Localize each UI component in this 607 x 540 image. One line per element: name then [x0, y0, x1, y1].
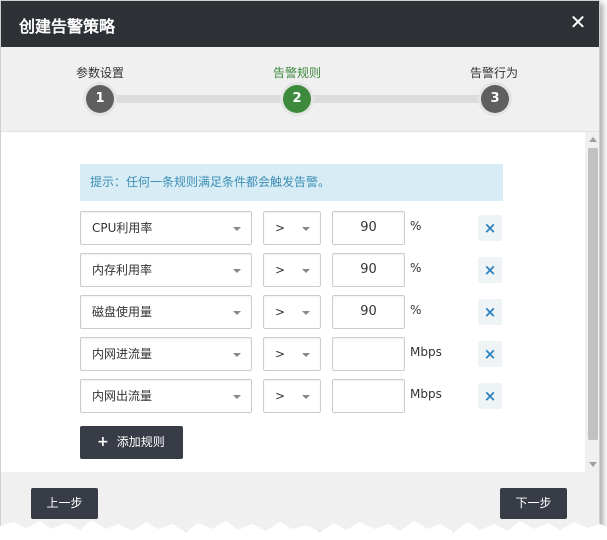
chevron-down-icon: [302, 395, 310, 399]
chevron-down-icon: [233, 269, 241, 273]
operator-select-value: >: [275, 263, 286, 277]
scroll-up-icon[interactable]: [589, 137, 597, 142]
unit-label: Mbps: [410, 387, 442, 401]
threshold-input[interactable]: 90: [332, 211, 405, 245]
scroll-thumb[interactable]: [588, 148, 598, 440]
operator-select[interactable]: >: [263, 253, 321, 287]
chevron-down-icon: [233, 227, 241, 231]
metric-select-value: 内网出流量: [92, 389, 153, 403]
chevron-down-icon: [302, 227, 310, 231]
step-dot-2: 2: [283, 85, 311, 113]
torn-edge: [0, 520, 607, 540]
chevron-down-icon: [302, 311, 310, 315]
unit-label: %: [410, 303, 422, 317]
delete-icon[interactable]: ×: [478, 383, 502, 409]
metric-select[interactable]: 内存利用率: [80, 253, 252, 287]
unit-label: %: [410, 219, 422, 233]
close-icon[interactable]: ✕: [567, 11, 589, 33]
operator-select-value: >: [275, 389, 286, 403]
dialog-titlebar: 创建告警策略 ✕: [1, 1, 599, 47]
add-rule-button[interactable]: + 添加规则: [80, 426, 183, 459]
operator-select-value: >: [275, 305, 286, 319]
delete-icon[interactable]: ×: [478, 341, 502, 367]
rule-row: CPU利用率 > 90 % ×: [80, 211, 510, 245]
dialog-title: 创建告警策略: [19, 17, 116, 36]
unit-label: %: [410, 261, 422, 275]
metric-select-value: 内网进流量: [92, 347, 153, 361]
rule-row: 磁盘使用量 > 90 % ×: [80, 295, 510, 329]
rule-row: 内网进流量 > Mbps ×: [80, 337, 510, 371]
delete-icon[interactable]: ×: [478, 299, 502, 325]
unit-label: Mbps: [410, 345, 442, 359]
delete-icon[interactable]: ×: [478, 257, 502, 283]
metric-select[interactable]: 内网进流量: [80, 337, 252, 371]
plus-icon: +: [97, 434, 109, 450]
metric-select-value: CPU利用率: [92, 221, 153, 235]
step-label-actions: 告警行为: [469, 66, 518, 80]
threshold-input[interactable]: 90: [332, 295, 405, 329]
threshold-input[interactable]: 90: [332, 253, 405, 287]
operator-select[interactable]: >: [263, 211, 321, 245]
operator-select[interactable]: >: [263, 337, 321, 371]
delete-icon[interactable]: ×: [478, 215, 502, 241]
vertical-scrollbar[interactable]: [585, 132, 599, 472]
threshold-input[interactable]: [332, 379, 405, 413]
metric-select-value: 磁盘使用量: [92, 305, 153, 319]
step-label-rules: 告警规则: [272, 66, 321, 80]
scroll-down-icon[interactable]: [589, 462, 597, 467]
step-dot-1: 1: [86, 85, 114, 113]
metric-select[interactable]: 内网出流量: [80, 379, 252, 413]
notice-banner: 提示：任何一条规则满足条件都会触发告警。: [80, 164, 503, 201]
chevron-down-icon: [302, 269, 310, 273]
rules-panel: 提示：任何一条规则满足条件都会触发告警。 CPU利用率 > 90 % × 内存利…: [1, 132, 585, 472]
step-label-params: 参数设置: [75, 66, 124, 80]
chevron-down-icon: [302, 353, 310, 357]
metric-select[interactable]: CPU利用率: [80, 211, 252, 245]
chevron-down-icon: [233, 311, 241, 315]
alert-policy-dialog: 创建告警策略 ✕ 参数设置 1 告警规则 2 告警行为 3 提示：任何一条规则满…: [0, 0, 600, 532]
add-rule-label: 添加规则: [116, 435, 165, 449]
rule-row: 内网出流量 > Mbps ×: [80, 379, 510, 413]
metric-select[interactable]: 磁盘使用量: [80, 295, 252, 329]
rule-row: 内存利用率 > 90 % ×: [80, 253, 510, 287]
step-dot-3: 3: [481, 85, 509, 113]
chevron-down-icon: [233, 395, 241, 399]
operator-select-value: >: [275, 347, 286, 361]
operator-select[interactable]: >: [263, 379, 321, 413]
chevron-down-icon: [233, 353, 241, 357]
metric-select-value: 内存利用率: [92, 263, 153, 277]
operator-select-value: >: [275, 221, 286, 235]
operator-select[interactable]: >: [263, 295, 321, 329]
stepper: 参数设置 1 告警规则 2 告警行为 3: [1, 47, 599, 132]
threshold-input[interactable]: [332, 337, 405, 371]
